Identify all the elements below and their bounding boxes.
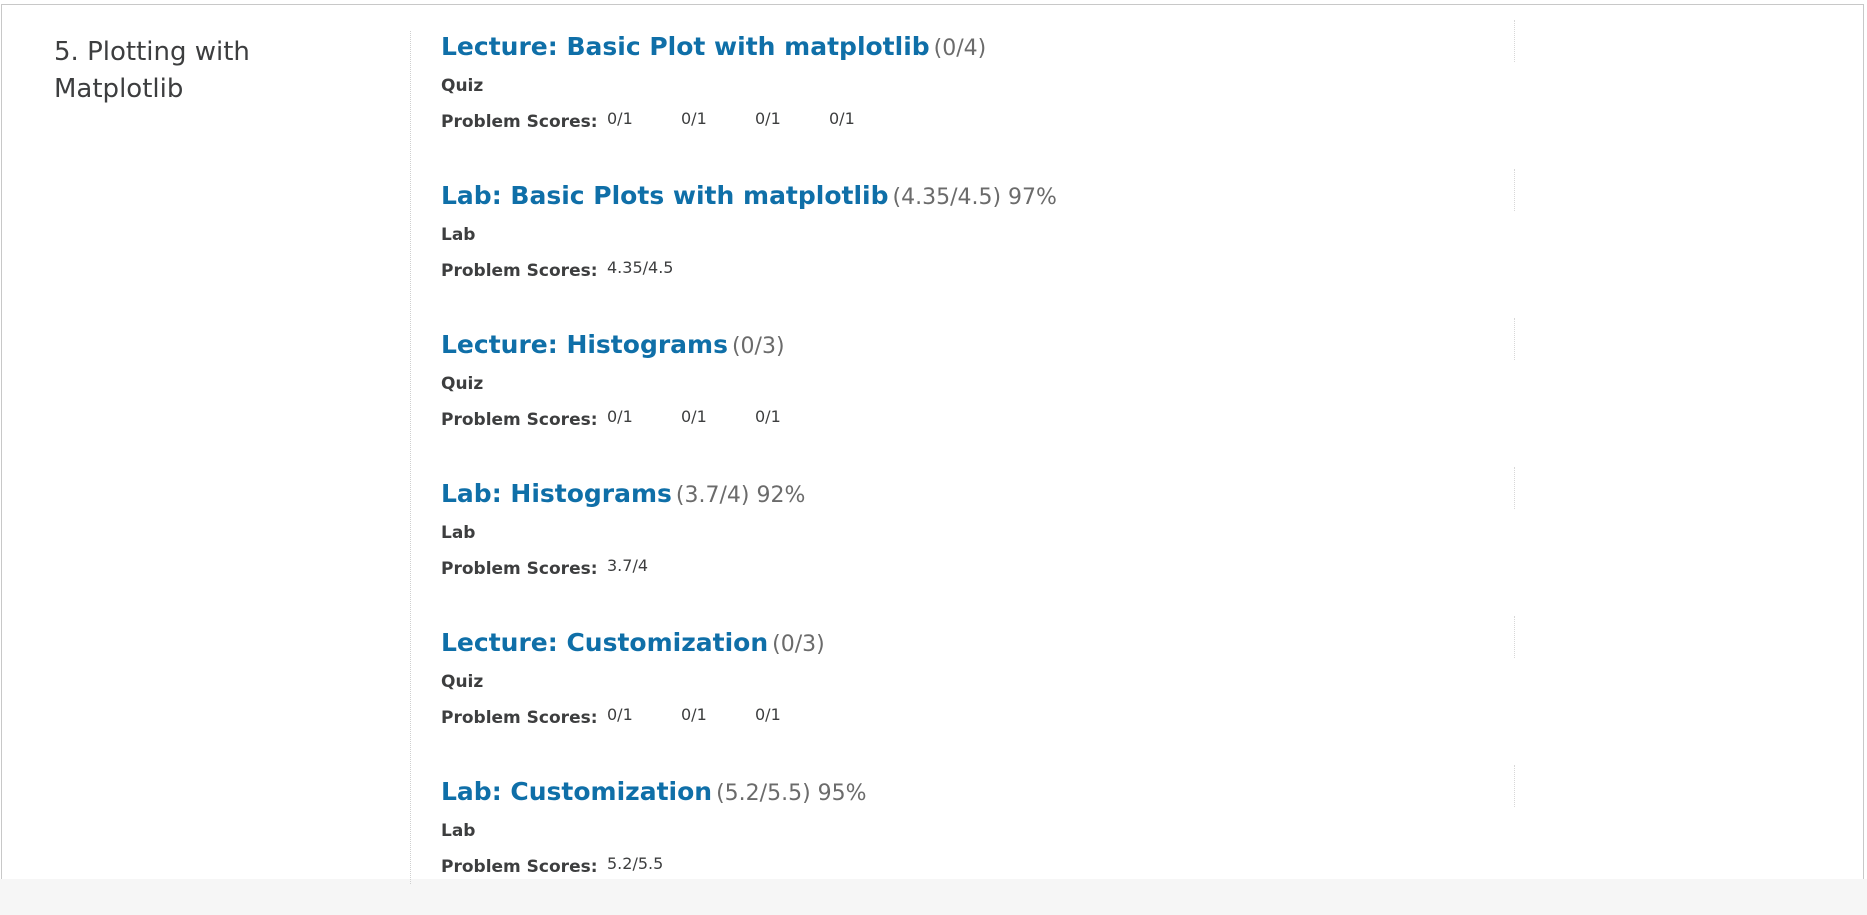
problem-score: 4.35/4.5 [607, 258, 674, 277]
problem-scores-list: 3.7/4 [607, 555, 681, 577]
problem-scores-label: Problem Scores: [441, 559, 598, 579]
section-type: Lab [441, 523, 476, 543]
section-score: (3.7/4) 92% [675, 483, 806, 508]
problem-score: 0/1 [829, 109, 855, 128]
section-link[interactable]: Lecture: Customization [441, 628, 768, 657]
section-link[interactable]: Lecture: Histograms [441, 330, 728, 359]
section-divider [1514, 318, 1515, 360]
problem-scores-list: 0/1 0/1 0/1 [607, 704, 829, 726]
section-score: (0/3) [731, 334, 785, 359]
problem-scores-label: Problem Scores: [441, 708, 598, 728]
problem-score: 0/1 [607, 109, 633, 128]
sections-divider [410, 31, 411, 884]
problem-scores-label: Problem Scores: [441, 857, 598, 877]
problem-score: 0/1 [681, 109, 707, 128]
section-divider [1514, 616, 1515, 658]
section-type: Quiz [441, 672, 484, 692]
section-divider [1514, 467, 1515, 509]
section-type: Lab [441, 225, 476, 245]
problem-score: 5.2/5.5 [607, 854, 664, 873]
section-lecture-basic-plot: Lecture: Basic Plot with matplotlib (0/4)… [441, 20, 1515, 170]
section-score: (4.35/4.5) 97% [892, 185, 1057, 210]
progress-page: 5. Plotting with Matplotlib Lecture: Bas… [0, 0, 1867, 884]
section-score: (5.2/5.5) 95% [716, 781, 867, 806]
section-title: Lab: Customization (5.2/5.5) 95% [441, 775, 867, 811]
section-score: (0/3) [772, 632, 825, 657]
section-title: Lecture: Customization (0/3) [441, 626, 825, 662]
problem-score: 0/1 [607, 705, 633, 724]
problem-scores-list: 5.2/5.5 [607, 853, 681, 875]
problem-score: 3.7/4 [607, 556, 649, 575]
section-lab-basic-plots: Lab: Basic Plots with matplotlib (4.35/4.… [441, 169, 1515, 319]
section-type: Quiz [441, 374, 484, 394]
problem-score: 0/1 [607, 407, 633, 426]
problem-scores-list: 4.35/4.5 [607, 257, 681, 279]
problem-score: 0/1 [755, 407, 781, 426]
section-divider [1514, 765, 1515, 807]
section-divider [1514, 20, 1515, 62]
problem-scores-label: Problem Scores: [441, 112, 598, 132]
section-divider [1514, 169, 1515, 211]
section-title: Lab: Basic Plots with matplotlib (4.35/4.… [441, 179, 1057, 215]
section-title: Lecture: Histograms (0/3) [441, 328, 785, 364]
chapter-title: 5. Plotting with Matplotlib [54, 37, 250, 104]
problem-scores-list: 0/1 0/1 0/1 0/1 [607, 108, 903, 130]
section-title: Lecture: Basic Plot with matplotlib (0/4) [441, 30, 986, 66]
section-link[interactable]: Lab: Histograms [441, 479, 672, 508]
section-link[interactable]: Lab: Customization [441, 777, 712, 806]
problem-score: 0/1 [755, 109, 781, 128]
problem-score: 0/1 [681, 407, 707, 426]
problem-score: 0/1 [681, 705, 707, 724]
section-link[interactable]: Lecture: Basic Plot with matplotlib [441, 32, 930, 61]
section-type: Quiz [441, 76, 484, 96]
problem-scores-label: Problem Scores: [441, 410, 598, 430]
section-type: Lab [441, 821, 476, 841]
section-lab-histograms: Lab: Histograms (3.7/4) 92% Lab Problem S… [441, 467, 1515, 617]
problem-scores-label: Problem Scores: [441, 261, 598, 281]
section-title: Lab: Histograms (3.7/4) 92% [441, 477, 805, 513]
section-link[interactable]: Lab: Basic Plots with matplotlib [441, 181, 889, 210]
section-score: (0/4) [933, 36, 987, 61]
problem-scores-list: 0/1 0/1 0/1 [607, 406, 829, 428]
section-lecture-histograms: Lecture: Histograms (0/3) Quiz Problem Sc… [441, 318, 1515, 468]
section-lecture-customization: Lecture: Customization (0/3) Quiz Problem… [441, 616, 1515, 766]
problem-score: 0/1 [755, 705, 781, 724]
section-lab-customization: Lab: Customization (5.2/5.5) 95% Lab Prob… [441, 765, 1515, 915]
